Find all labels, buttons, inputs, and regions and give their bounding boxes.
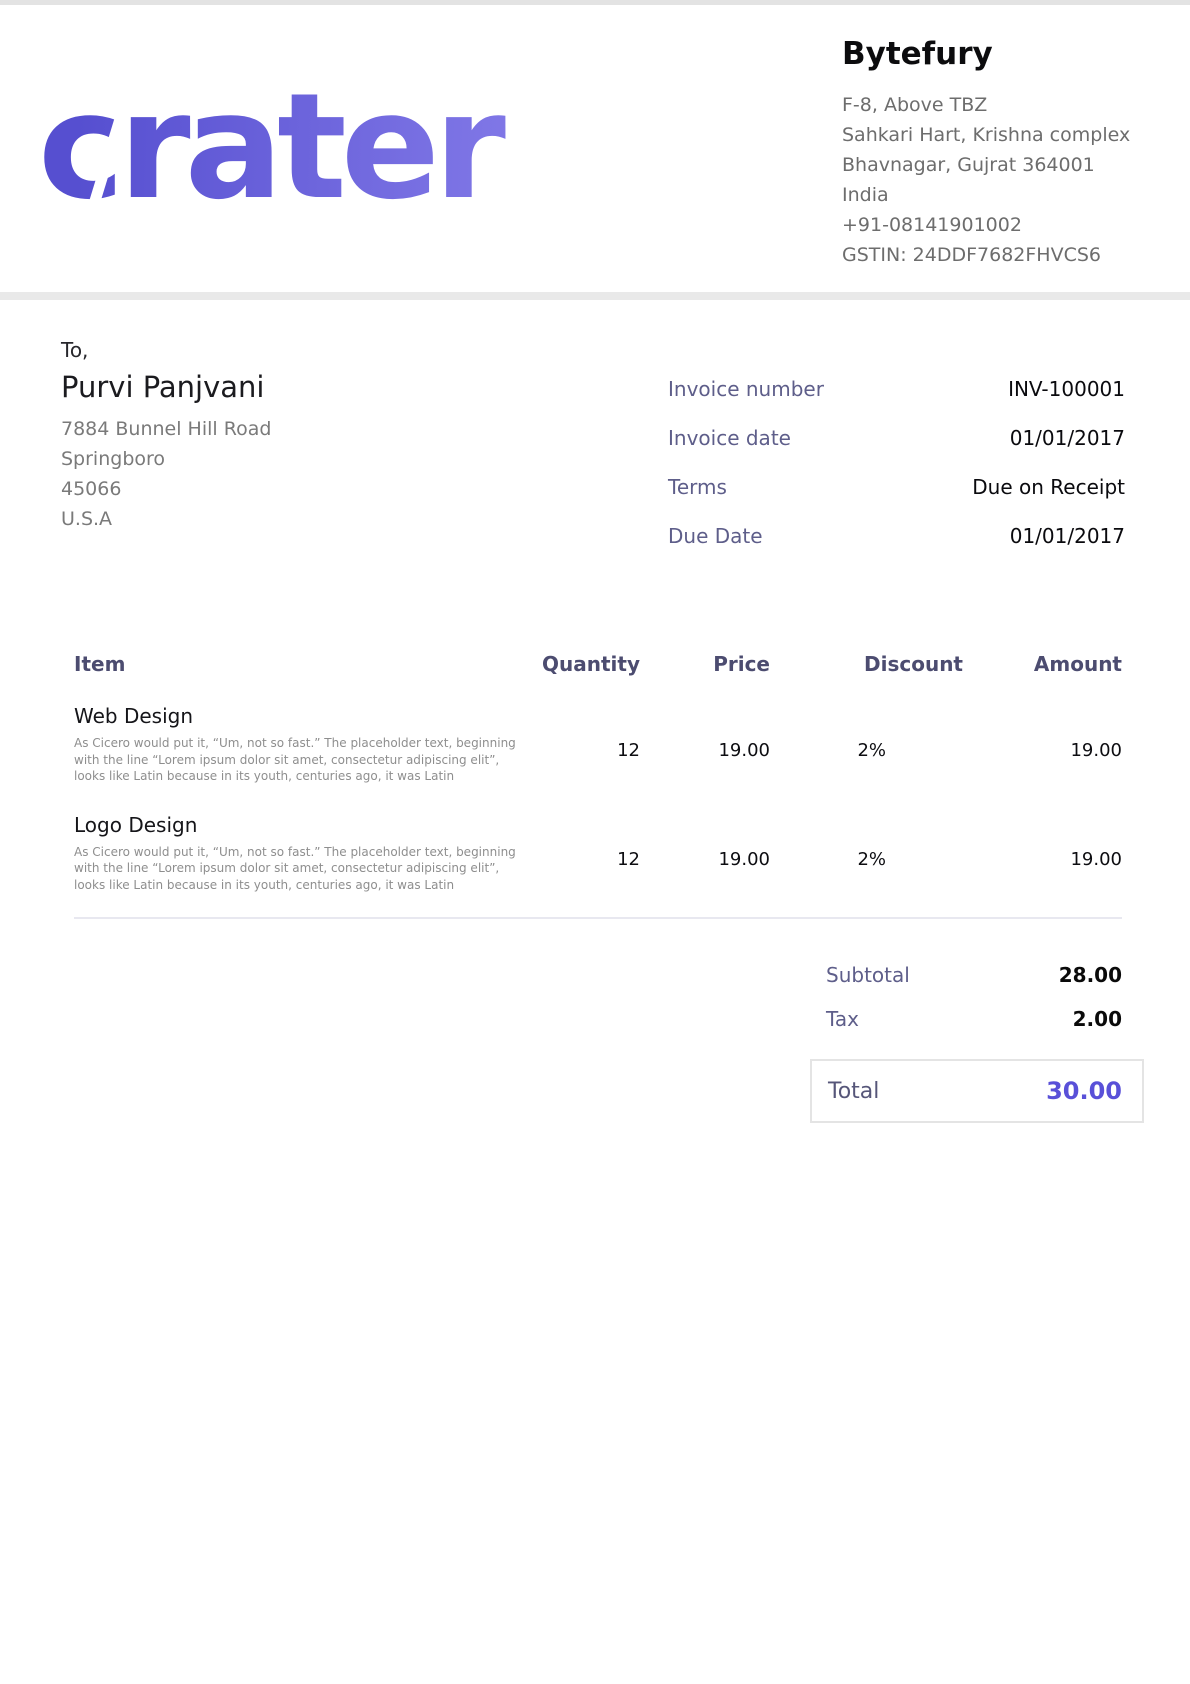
items-table: Item Quantity Price Discount Amount Web …	[74, 652, 1122, 919]
total-label: Total	[828, 1079, 879, 1104]
terms-label: Terms	[668, 475, 727, 499]
item-discount: 2%	[770, 813, 963, 894]
client-address-line: 7884 Bunnel Hill Road	[61, 414, 491, 444]
column-header-item: Item	[74, 652, 530, 676]
company-name: Bytefury	[842, 36, 1172, 72]
column-header-price: Price	[640, 652, 770, 676]
invoice-date-value: 01/01/2017	[1010, 426, 1125, 450]
bill-to-label: To,	[61, 338, 491, 362]
item-cell: Web Design As Cicero would put it, “Um, …	[74, 704, 530, 785]
bill-to-block: To, Purvi Panjvani 7884 Bunnel Hill Road…	[61, 338, 491, 534]
tax-row: Tax 2.00	[810, 1005, 1144, 1033]
company-gstin: GSTIN: 24DDF7682FHVCS6	[842, 240, 1172, 270]
terms-row: Terms Due on Receipt	[668, 462, 1125, 511]
client-name: Purvi Panjvani	[61, 370, 491, 404]
items-bottom-divider	[74, 917, 1122, 919]
due-date-row: Due Date 01/01/2017	[668, 511, 1125, 560]
header-divider	[0, 292, 1190, 300]
company-address-line: Sahkari Hart, Krishna complex	[842, 120, 1172, 150]
tax-label: Tax	[826, 1007, 859, 1031]
total-box: Total 30.00	[810, 1059, 1144, 1123]
item-amount: 19.00	[963, 813, 1122, 894]
company-info-block: Bytefury F-8, Above TBZ Sahkari Hart, Kr…	[842, 36, 1172, 270]
invoice-date-label: Invoice date	[668, 426, 791, 450]
subtotal-value: 28.00	[1059, 963, 1122, 987]
client-address-line: Springboro	[61, 444, 491, 474]
total-value: 30.00	[1046, 1077, 1122, 1105]
client-address-line: U.S.A	[61, 504, 491, 534]
items-table-header: Item Quantity Price Discount Amount	[74, 652, 1122, 676]
crater-logo: crater	[38, 74, 558, 224]
table-row: Web Design As Cicero would put it, “Um, …	[74, 704, 1122, 785]
due-date-value: 01/01/2017	[1010, 524, 1125, 548]
company-address-line: India	[842, 180, 1172, 210]
invoice-number-row: Invoice number INV-100001	[668, 364, 1125, 413]
item-discount: 2%	[770, 704, 963, 785]
company-phone: +91-08141901002	[842, 210, 1172, 240]
tax-value: 2.00	[1073, 1007, 1122, 1031]
company-address-line: Bhavnagar, Gujrat 364001	[842, 150, 1172, 180]
due-date-label: Due Date	[668, 524, 763, 548]
item-description: As Cicero would put it, “Um, not so fast…	[74, 844, 530, 894]
item-cell: Logo Design As Cicero would put it, “Um,…	[74, 813, 530, 894]
item-description: As Cicero would put it, “Um, not so fast…	[74, 735, 530, 785]
invoice-date-row: Invoice date 01/01/2017	[668, 413, 1125, 462]
invoice-number-value: INV-100001	[1008, 377, 1125, 401]
item-quantity: 12	[530, 813, 640, 894]
table-row: Logo Design As Cicero would put it, “Um,…	[74, 813, 1122, 894]
item-price: 19.00	[640, 704, 770, 785]
client-address-line: 45066	[61, 474, 491, 504]
invoice-meta-block: Invoice number INV-100001 Invoice date 0…	[668, 364, 1125, 560]
top-border-strip	[0, 0, 1190, 5]
column-header-quantity: Quantity	[530, 652, 640, 676]
subtotal-label: Subtotal	[826, 963, 910, 987]
item-name: Web Design	[74, 704, 530, 728]
item-price: 19.00	[640, 813, 770, 894]
column-header-discount: Discount	[770, 652, 963, 676]
item-name: Logo Design	[74, 813, 530, 837]
invoice-page: crater Bytefury F-8, Above TBZ Sahkari H…	[0, 0, 1190, 1684]
subtotal-row: Subtotal 28.00	[810, 961, 1144, 989]
company-address-line: F-8, Above TBZ	[842, 90, 1172, 120]
terms-value: Due on Receipt	[972, 475, 1125, 499]
item-quantity: 12	[530, 704, 640, 785]
item-amount: 19.00	[963, 704, 1122, 785]
invoice-number-label: Invoice number	[668, 377, 824, 401]
column-header-amount: Amount	[963, 652, 1122, 676]
